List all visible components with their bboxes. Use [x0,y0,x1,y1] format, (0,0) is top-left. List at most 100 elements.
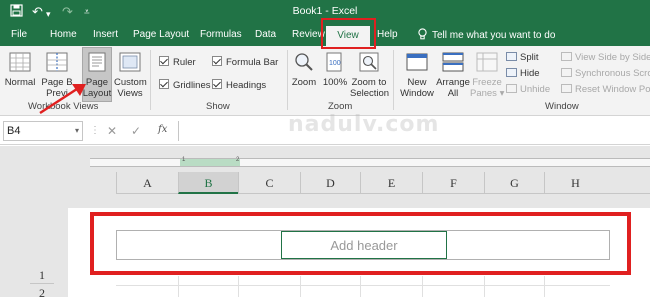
window-title: Book1 - Excel [292,5,358,17]
tab-help[interactable]: Help [377,28,398,42]
lightbulb-icon [418,28,427,43]
gridline [544,276,545,297]
ribbon-separator [150,50,151,110]
tab-page-layout[interactable]: Page Layout [133,28,189,42]
normal-view-button[interactable]: Normal [4,52,36,88]
side-by-side-icon [561,52,572,61]
gridline [238,276,239,297]
tell-me-box[interactable]: Tell me what you want to do [418,28,555,43]
hide-label: Hide [520,68,540,79]
freeze-panes-button[interactable]: Freeze Panes ▾ [470,52,504,99]
ribbon: Normal Page B Previ Page Layout Custom V… [0,46,650,116]
arrange-all-label-1: Arrange [436,77,470,88]
new-window-label-2: Window [400,88,434,99]
custom-views-icon [114,52,146,75]
page-layout-view-icon [82,52,112,75]
name-box[interactable]: B4 ▾ [3,121,83,141]
ribbon-separator [287,50,288,110]
column-headers: A B C D E F G H [116,172,650,194]
zoom-to-selection-icon [350,52,388,75]
insert-function-icon[interactable]: fx [158,124,167,135]
row-header-2[interactable]: 2 [30,284,54,297]
enter-icon[interactable]: ✓ [131,124,141,138]
zoom-to-selection-button[interactable]: Zoom to Selection [350,52,390,99]
arrange-all-icon [436,52,470,75]
cancel-icon[interactable]: ✕ [107,124,117,138]
tab-file[interactable]: File [11,28,27,42]
header-highlight-box [90,212,631,275]
tab-formulas[interactable]: Formulas [200,28,242,42]
zoom-to-selection-label-1: Zoom to [351,77,387,88]
gridline [484,276,485,297]
zoom-group-label: Zoom [328,101,353,112]
name-box-dropdown-icon[interactable]: ▾ [75,122,79,140]
side-by-side-label: View Side by Side [575,52,650,63]
tab-data[interactable]: Data [255,28,276,42]
column-header-h[interactable]: H [544,172,606,194]
ruler-mark: 2 [236,157,240,163]
gridlines-checkbox[interactable]: Gridlines [159,79,211,92]
page-break-preview-icon [39,52,75,75]
zoom-label: Zoom [291,77,317,88]
formula-bar-label: Formula Bar [226,57,279,68]
custom-views-label-1: Custom [114,77,147,88]
column-header-g[interactable]: G [484,172,544,194]
headings-label: Headings [226,80,267,91]
ruler-label: Ruler [173,57,196,68]
formula-bar-checkbox[interactable]: Formula Bar [212,56,278,69]
zoom-button[interactable]: Zoom [291,52,317,88]
normal-view-label: Normal [4,77,36,88]
gridlines-label: Gridlines [173,80,211,91]
column-header-e[interactable]: E [360,172,422,194]
headings-checkbox[interactable]: Headings [212,79,266,92]
name-box-value: B4 [7,125,21,137]
gridline [178,276,179,297]
unhide-label: Unhide [520,84,551,95]
row-header-1[interactable]: 1 [30,266,54,284]
arrange-all-button[interactable]: Arrange All [436,52,470,99]
tab-home[interactable]: Home [50,28,77,42]
zoom-100-button[interactable]: 100 100% [322,52,348,88]
gridline [116,285,610,286]
view-side-by-side-button[interactable]: View Side by Side [561,52,650,64]
freeze-panes-label-2: Panes ▾ [470,88,505,99]
freeze-panes-label-1: Freeze [472,77,502,88]
headings-check-icon [212,79,222,89]
column-header-f[interactable]: F [422,172,484,194]
window-group-label: Window [545,101,579,112]
new-window-label-1: New [407,77,427,88]
annotation-arrow-icon [39,84,86,115]
split-button[interactable]: Split [506,52,538,64]
horizontal-ruler[interactable]: 1 2 [90,157,650,167]
unhide-button[interactable]: Unhide [506,84,550,96]
normal-view-icon [4,52,36,75]
new-window-button[interactable]: New Window [398,52,436,99]
hide-icon [506,68,517,77]
column-header-a[interactable]: A [116,172,178,194]
ruler-check-icon [159,56,169,66]
svg-text:100: 100 [329,60,341,67]
split-icon [506,52,517,61]
ruler-checkbox[interactable]: Ruler [159,56,196,69]
tab-review[interactable]: Review [292,28,325,42]
zoom-to-selection-label-2: Selection [350,88,390,99]
custom-views-button[interactable]: Custom Views [114,52,147,99]
synchronous-scrolling-button[interactable]: Synchronous Scrolli [561,68,650,80]
hide-button[interactable]: Hide [506,68,540,80]
ribbon-separator [393,50,394,110]
zoom-100-icon: 100 [322,52,348,75]
tab-insert[interactable]: Insert [93,28,118,42]
custom-views-label-2: Views [117,88,143,99]
reset-window-position-button[interactable]: Reset Window Positi [561,84,650,96]
gridline [422,276,423,297]
tell-me-text: Tell me what you want to do [432,30,556,41]
ruler-highlight [180,159,240,166]
arrange-all-label-2: All [447,88,459,99]
magnifier-icon [291,52,317,75]
ruler-mark: 1 [182,157,186,163]
column-header-c[interactable]: C [238,172,300,194]
column-header-b[interactable]: B [178,172,238,194]
watermark: nadulv.com [288,112,440,137]
column-header-d[interactable]: D [300,172,360,194]
gridline [360,276,361,297]
